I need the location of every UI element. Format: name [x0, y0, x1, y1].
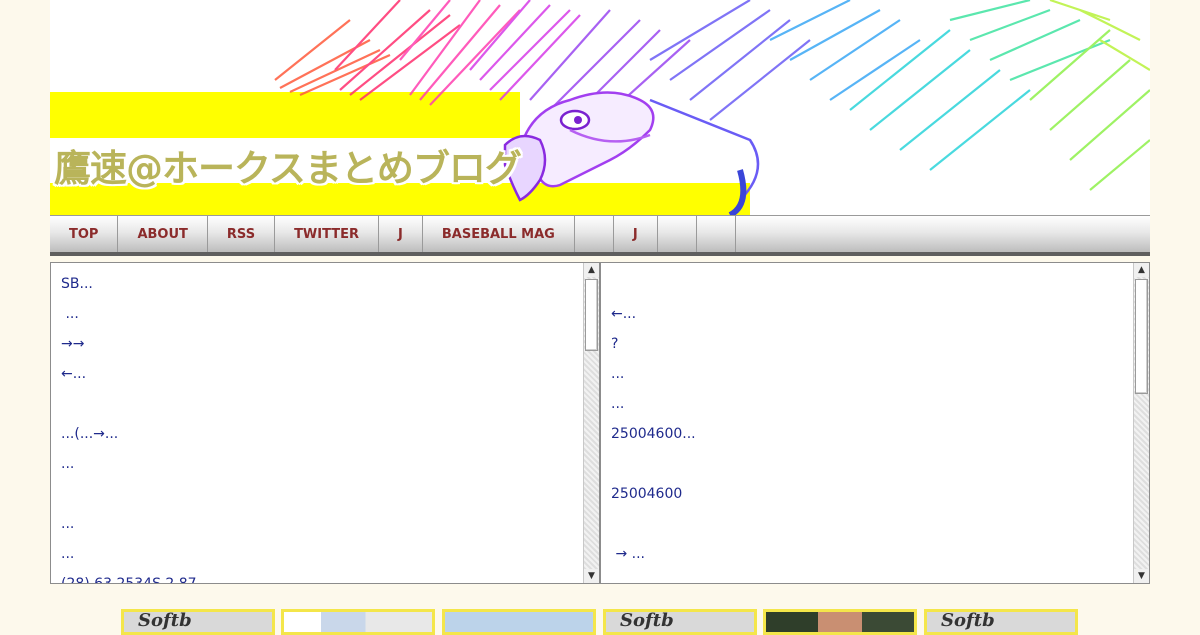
- left-scrollbar[interactable]: ▲ ▼: [583, 263, 599, 583]
- baseball-photo-thumbnail[interactable]: [442, 609, 596, 635]
- right-scroll-thumb[interactable]: [1135, 279, 1148, 394]
- nav-twitter[interactable]: TWITTER: [275, 216, 380, 252]
- right-scrollbar[interactable]: ▲ ▼: [1133, 263, 1149, 583]
- left-scroll-thumb[interactable]: [585, 279, 598, 351]
- list-item[interactable]: [611, 509, 1149, 539]
- list-item[interactable]: →→: [61, 329, 599, 359]
- list-item[interactable]: [611, 269, 1149, 299]
- list-item[interactable]: → ...: [611, 539, 1149, 569]
- list-item[interactable]: ...: [61, 539, 599, 569]
- list-item[interactable]: ...: [611, 359, 1149, 389]
- list-item[interactable]: [61, 389, 599, 419]
- scroll-up-arrow-icon[interactable]: ▲: [1134, 263, 1149, 277]
- list-item[interactable]: ←...: [611, 299, 1149, 329]
- list-item[interactable]: ...: [61, 449, 599, 479]
- softbank-logo-thumbnail[interactable]: Softb: [603, 609, 757, 635]
- list-item[interactable]: SB...: [61, 269, 599, 299]
- list-item[interactable]: ?: [611, 329, 1149, 359]
- list-item[interactable]: ...: [611, 389, 1149, 419]
- right-article-pane[interactable]: ←... ? ... ... 25004600... 25004600 → ..…: [600, 262, 1150, 584]
- scroll-up-arrow-icon[interactable]: ▲: [584, 263, 599, 277]
- nav-item-blank-1[interactable]: [575, 216, 614, 252]
- nav-j-2[interactable]: J: [614, 216, 658, 252]
- softbank-logo-thumbnail[interactable]: Softb: [121, 609, 275, 635]
- related-thumbnails: Softb Softb Softb: [121, 609, 1081, 635]
- edmonton-news-thumbnail[interactable]: [281, 609, 435, 635]
- scroll-down-arrow-icon[interactable]: ▼: [1134, 569, 1149, 583]
- nav-item-blank-2[interactable]: [658, 216, 697, 252]
- player-photo-thumbnail[interactable]: [763, 609, 917, 635]
- list-item[interactable]: 25004600...: [611, 419, 1149, 449]
- scroll-down-arrow-icon[interactable]: ▼: [584, 569, 599, 583]
- nav-item-blank-3[interactable]: [697, 216, 736, 252]
- nav-baseball-mag[interactable]: BASEBALL MAG: [423, 216, 575, 252]
- softbank-logo-thumbnail[interactable]: Softb: [924, 609, 1078, 635]
- main-nav: TOP ABOUT RSS TWITTER J BASEBALL MAG J: [50, 215, 1150, 256]
- list-item[interactable]: [611, 449, 1149, 479]
- site-title[interactable]: 鷹速@ホークスまとめブログ: [54, 138, 522, 192]
- list-item[interactable]: ←...: [61, 359, 599, 389]
- list-item[interactable]: ...: [61, 299, 599, 329]
- list-item[interactable]: 25004600: [611, 479, 1149, 509]
- list-item[interactable]: ...: [61, 509, 599, 539]
- page-wrapper: 鷹速@ホークスまとめブログ TOP ABOUT RSS TWITTER J BA…: [50, 0, 1150, 584]
- nav-j[interactable]: J: [379, 216, 423, 252]
- right-article-list: ←... ? ... ... 25004600... 25004600 → ..…: [601, 263, 1149, 569]
- left-article-pane[interactable]: SB... ... →→ ←... ...(...→... ... ... ..…: [50, 262, 600, 584]
- left-article-list: SB... ... →→ ←... ...(...→... ... ... ..…: [51, 263, 599, 583]
- header-banner[interactable]: 鷹速@ホークスまとめブログ: [50, 0, 1150, 215]
- list-item[interactable]: ...(...→...: [61, 419, 599, 449]
- nav-about[interactable]: ABOUT: [118, 216, 208, 252]
- nav-rss[interactable]: RSS: [208, 216, 276, 252]
- nav-top[interactable]: TOP: [50, 216, 119, 252]
- list-item[interactable]: [61, 479, 599, 509]
- list-item[interactable]: (28) 63 2534S 2 87: [61, 569, 599, 583]
